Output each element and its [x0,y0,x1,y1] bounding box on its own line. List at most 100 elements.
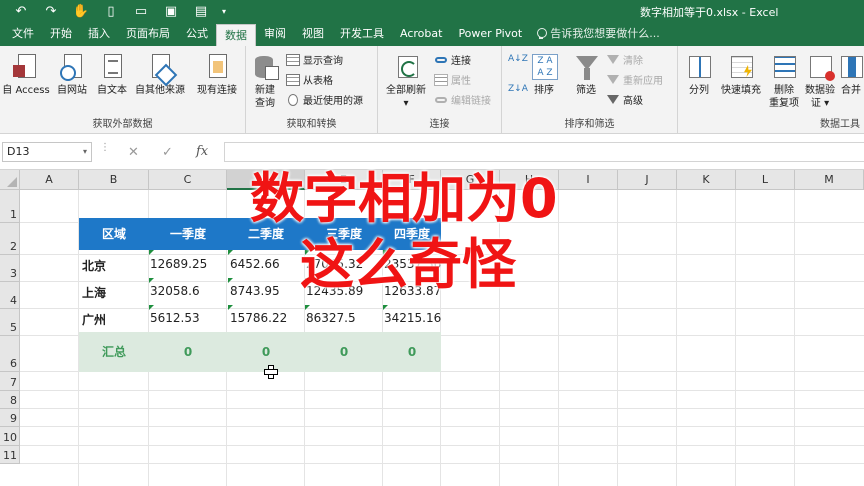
value-cell[interactable]: 6452.66 [230,257,280,271]
tab-acrobat[interactable]: Acrobat [392,22,450,46]
from-web-button[interactable]: 自网站 [52,52,92,97]
column-header-l[interactable]: L [736,170,795,190]
row-header-7[interactable]: 7 [0,372,20,391]
tab-formulas[interactable]: 公式 [178,22,216,46]
group-label: 获取和转换 [286,119,337,130]
tab-data[interactable]: 数据 [216,24,256,46]
clear-filter-button[interactable]: 清除 [606,52,643,67]
open-folder-icon[interactable]: ▭ [126,2,156,20]
value-cell[interactable]: 8743.95 [230,284,280,298]
error-indicator-icon [149,305,154,310]
edit-links-icon [435,96,447,103]
column-header-c[interactable]: C [149,170,227,190]
undo-icon[interactable]: ↶ [6,2,36,20]
error-indicator-icon [383,305,388,310]
row-header-5[interactable]: 5 [0,309,20,336]
formula-bar-grip-icon[interactable]: ⋮ [100,143,110,153]
data-validation-button[interactable]: 数据验 证 ▾ [802,52,838,110]
column-header-i[interactable]: I [559,170,618,190]
region-cell[interactable]: 北京 [82,257,106,274]
region-cell[interactable]: 上海 [82,284,106,301]
name-box[interactable]: D13 ▾ [2,142,92,162]
total-q1[interactable]: 0 [149,332,227,372]
new-query-button[interactable]: 新建 查询 [246,52,284,110]
filter-button[interactable]: 筛选 [570,52,602,97]
print-preview-icon[interactable]: ▤ [186,2,216,20]
tell-me-box[interactable]: 告诉我您想要做什么... [530,22,660,46]
edit-links-button[interactable]: 编辑链接 [434,92,491,107]
row-header-8[interactable]: 8 [0,391,20,409]
value-cell[interactable]: 86327.5 [306,311,356,325]
row-header-9[interactable]: 9 [0,409,20,427]
total-q3[interactable]: 0 [305,332,383,372]
row-header-4[interactable]: 4 [0,282,20,309]
tab-review[interactable]: 审阅 [256,22,294,46]
sort-ascending-button[interactable]: A↓Z [508,54,528,64]
column-header-m[interactable]: M [795,170,864,190]
tab-developer[interactable]: 开发工具 [332,22,392,46]
ribbon: 自 Access 自网站 自文本 自其他来源 现有连接 获取外部数据 新建 查询… [0,46,864,134]
sort-descending-button[interactable]: Z↓A [508,84,528,94]
flash-fill-button[interactable]: 快速填充 [716,52,766,97]
header-region[interactable]: 区域 [79,218,149,250]
remove-duplicates-icon [774,56,796,78]
total-q4[interactable]: 0 [383,332,441,372]
row-header-3[interactable]: 3 [0,255,20,282]
enter-icon[interactable]: ✓ [162,145,173,160]
name-box-dropdown-icon[interactable]: ▾ [83,143,87,161]
value-cell[interactable]: 34215.16 [384,311,441,325]
tab-home[interactable]: 开始 [42,22,80,46]
tab-page-layout[interactable]: 页面布局 [118,22,178,46]
header-q1[interactable]: 一季度 [149,218,227,250]
customize-qat-icon[interactable]: ▾ [216,2,232,20]
value-cell[interactable]: 32058.6 [150,284,200,298]
show-queries-button[interactable]: 显示查询 [286,52,343,67]
from-access-button[interactable]: 自 Access [0,52,52,97]
save-icon[interactable]: ▣ [156,2,186,20]
from-other-sources-button[interactable]: 自其他来源 [132,52,188,97]
formula-input[interactable] [224,142,864,162]
redo-icon[interactable]: ↷ [36,2,66,20]
row-header-10[interactable]: 10 [0,427,20,446]
tab-view[interactable]: 视图 [294,22,332,46]
touch-mode-icon[interactable]: ✋ [66,2,96,20]
tab-power-pivot[interactable]: Power Pivot [450,22,530,46]
insert-function-icon[interactable]: fx [196,144,208,159]
remove-duplicates-button[interactable]: 删除 重复项 [766,52,802,110]
tab-insert[interactable]: 插入 [80,22,118,46]
row-header-6[interactable]: 6 [0,336,20,372]
sort-button[interactable]: Z AA Z 排序 [528,52,560,97]
cancel-icon[interactable]: ✕ [128,145,139,160]
consolidate-button[interactable]: 合并 [838,52,864,97]
grid-line [20,426,864,427]
from-text-button[interactable]: 自文本 [92,52,132,97]
tell-me-text: 告诉我您想要做什么... [550,27,660,40]
row-header-1[interactable]: 1 [0,190,20,223]
value-cell[interactable]: 12689.25 [150,257,207,271]
column-header-k[interactable]: K [677,170,736,190]
existing-connections-button[interactable]: 现有连接 [190,52,244,97]
column-header-j[interactable]: J [618,170,677,190]
advanced-filter-button[interactable]: 高级 [606,92,643,107]
reapply-button[interactable]: 重新应用 [606,72,663,87]
column-header-b[interactable]: B [79,170,149,190]
text-to-columns-button[interactable]: 分列 [682,52,716,97]
from-table-button[interactable]: 从表格 [286,72,333,87]
total-label[interactable]: 汇总 [79,332,149,372]
properties-button[interactable]: 属性 [434,72,471,87]
new-file-icon[interactable]: ▯ [96,2,126,20]
region-cell[interactable]: 广州 [82,311,106,328]
group-connections: 全部刷新 ▾ 连接 属性 编辑链接 连接 [378,46,502,134]
row-header-2[interactable]: 2 [0,223,20,255]
recent-sources-button[interactable]: 最近使用的源 [286,92,363,107]
tab-file[interactable]: 文件 [4,22,42,46]
row-header-11[interactable]: 11 [0,446,20,464]
select-all-corner[interactable] [0,170,20,190]
connections-button[interactable]: 连接 [434,52,471,67]
caption-line-1: 数字相加为0 [250,167,558,230]
value-cell[interactable]: 15786.22 [230,311,287,325]
value-cell[interactable]: 5612.53 [150,311,200,325]
access-icon [13,54,36,78]
column-header-a[interactable]: A [20,170,79,190]
refresh-all-button[interactable]: 全部刷新 ▾ [380,52,432,110]
